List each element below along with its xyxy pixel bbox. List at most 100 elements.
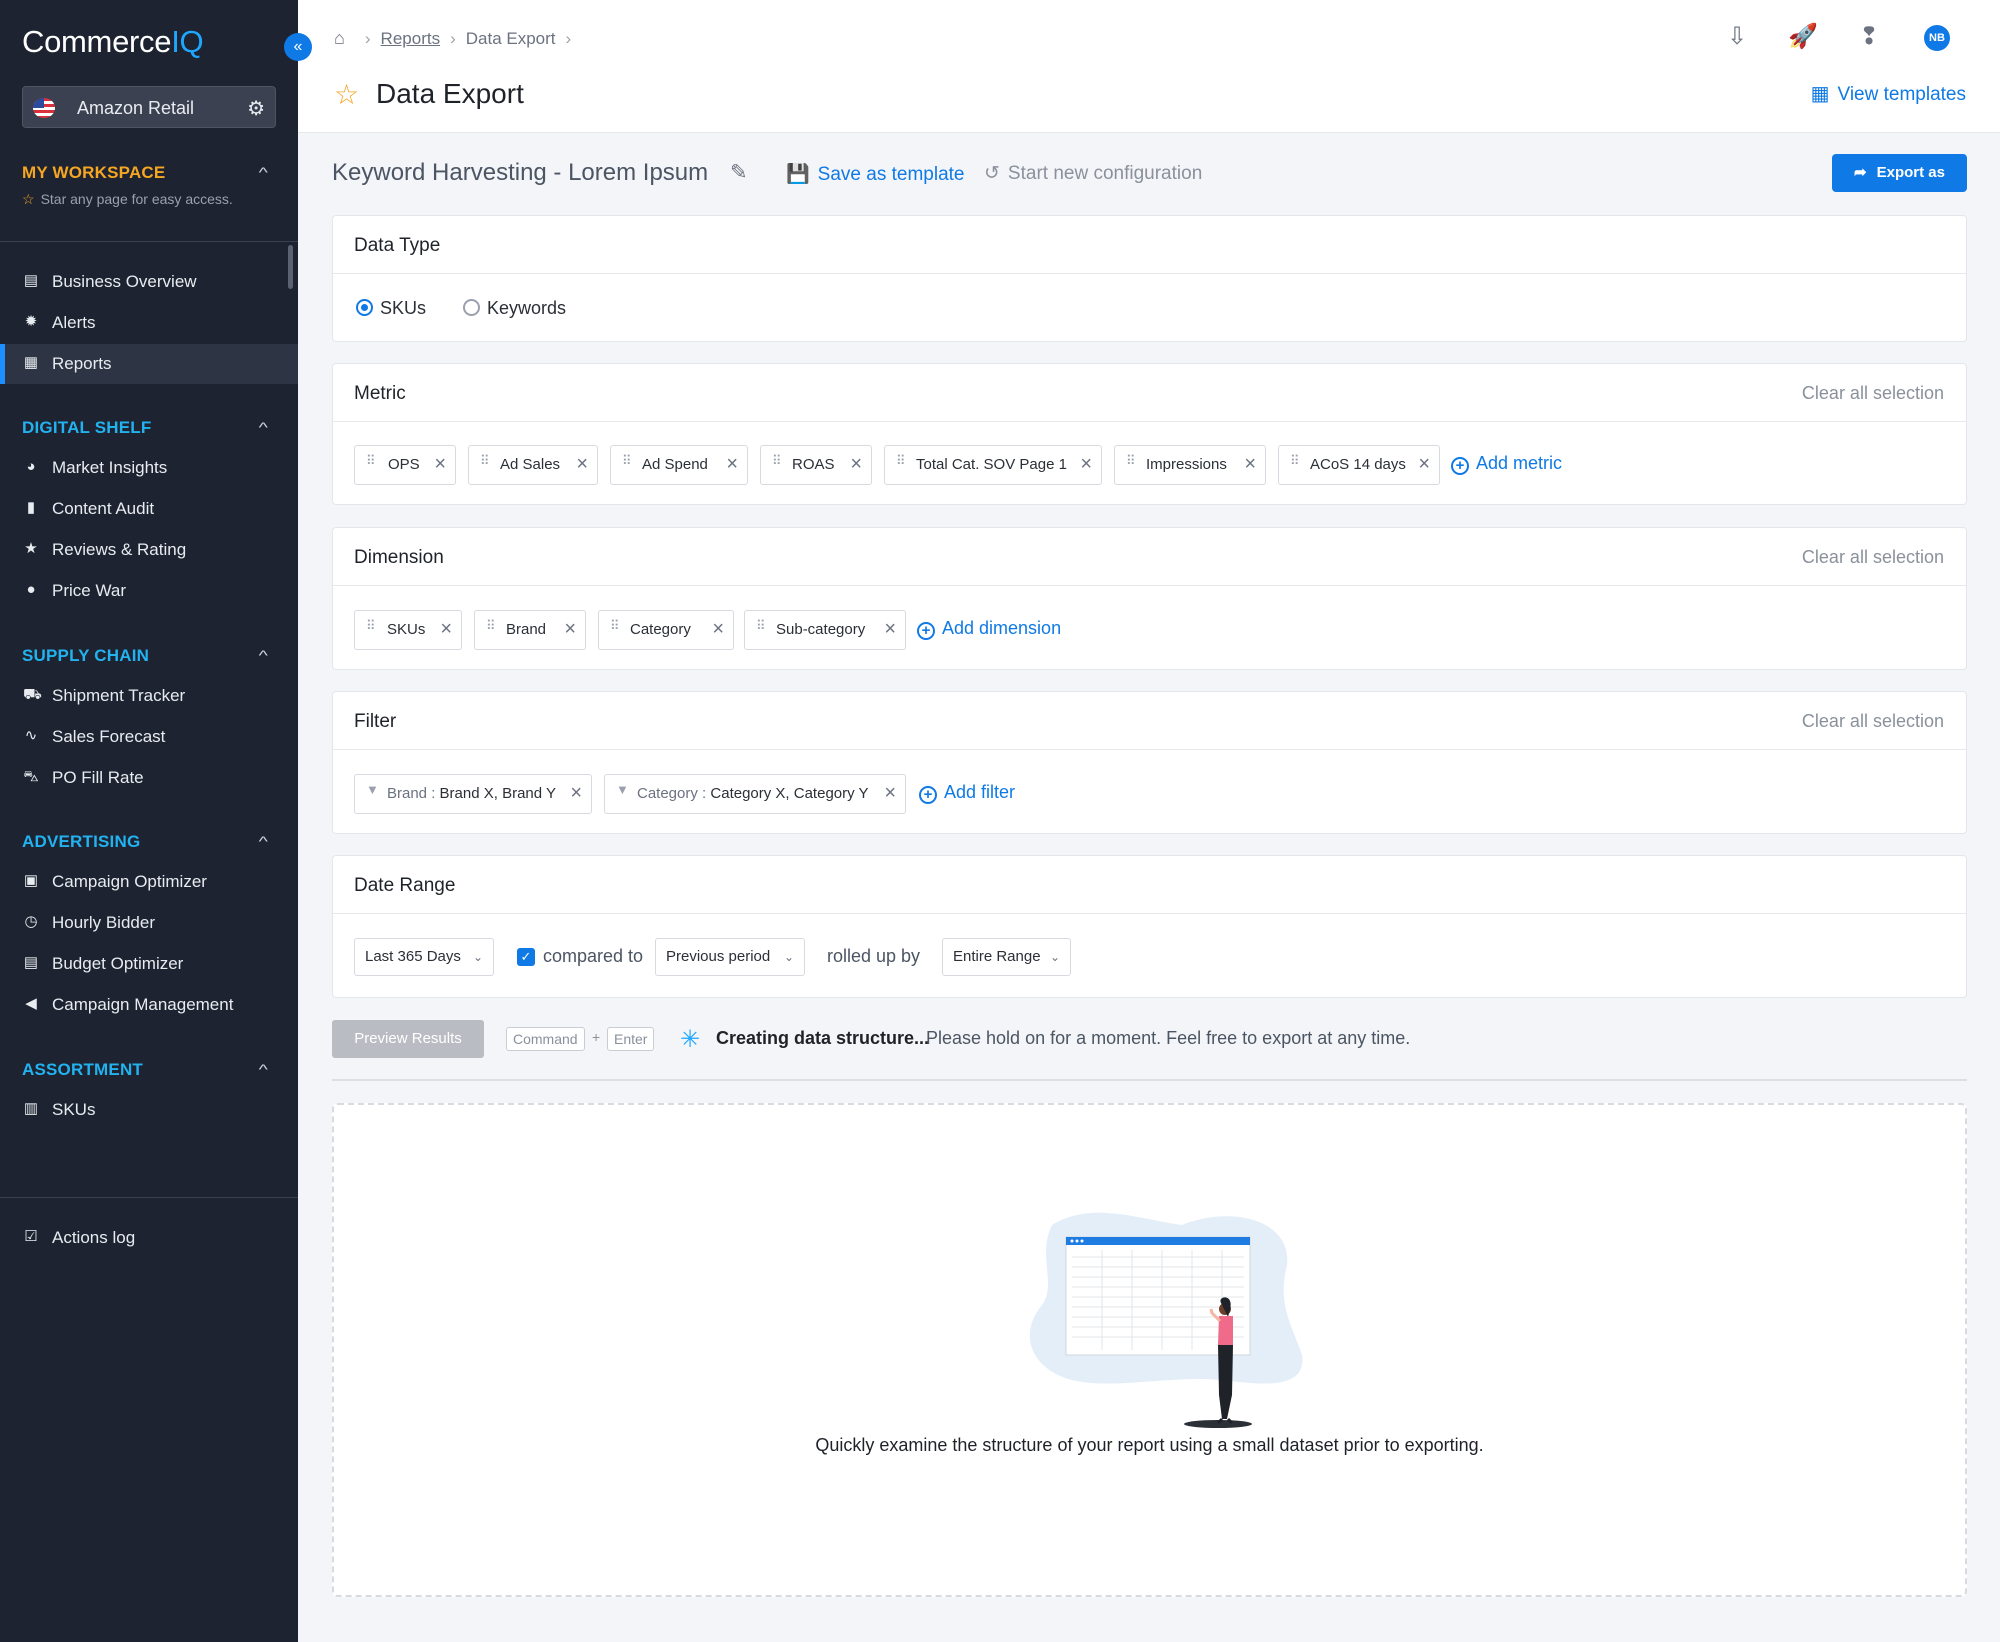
sidebar-item-hourly-bidder[interactable]: ◷ Hourly Bidder: [0, 903, 298, 943]
commerceiq-logo[interactable]: CommerceIQ: [22, 24, 204, 60]
sidebar-item-reviews-rating[interactable]: ★ Reviews & Rating: [0, 530, 298, 570]
add-dimension-button[interactable]: + Add dimension: [917, 618, 1061, 640]
close-icon[interactable]: ×: [1418, 453, 1430, 476]
close-icon[interactable]: ×: [1080, 453, 1092, 476]
digital-shelf-heading: DIGITAL SHELF: [22, 418, 152, 437]
drag-handle-icon[interactable]: ⠿: [756, 619, 766, 632]
close-icon[interactable]: ×: [712, 618, 724, 641]
date-range-select[interactable]: Last 365 Days ⌄: [354, 938, 494, 976]
sidebar-item-po-fill-rate[interactable]: ⛍ PO Fill Rate: [0, 758, 298, 798]
sidebar-item-alerts[interactable]: ✹ Alerts: [0, 303, 298, 343]
drag-handle-icon[interactable]: ⠿: [610, 619, 620, 632]
metric-chip-ops[interactable]: ⠿ OPS ×: [354, 445, 456, 485]
sidebar-item-sales-forecast[interactable]: ∿ Sales Forecast: [0, 717, 298, 757]
dimension-chip-skus[interactable]: ⠿ SKUs ×: [354, 610, 462, 650]
sidebar-item-campaign-management[interactable]: ◀ Campaign Management: [0, 985, 298, 1025]
close-icon[interactable]: ×: [884, 618, 896, 641]
retailer-selector[interactable]: Amazon Retail ⚙: [22, 86, 276, 128]
drag-handle-icon[interactable]: ⠿: [486, 619, 496, 632]
add-metric-button[interactable]: + Add metric: [1451, 453, 1562, 475]
close-icon[interactable]: ×: [576, 453, 588, 476]
drag-handle-icon[interactable]: ⠿: [1290, 454, 1300, 467]
sidebar-item-actions-log[interactable]: ☑ Actions log: [0, 1218, 298, 1258]
metric-chip-total-cat-sov[interactable]: ⠿ Total Cat. SOV Page 1 ×: [884, 445, 1102, 485]
sidebar-item-price-war[interactable]: ● Price War: [0, 571, 298, 611]
drag-handle-icon[interactable]: ⠿: [896, 454, 906, 467]
add-filter-button[interactable]: + Add filter: [919, 782, 1015, 804]
drag-handle-icon[interactable]: ⠿: [366, 454, 376, 467]
radio-keywords[interactable]: Keywords: [463, 298, 566, 319]
close-icon[interactable]: ×: [434, 453, 446, 476]
feedback-icon[interactable]: ❢: [1854, 22, 1884, 52]
breadcrumb: ⌂ › Reports › Data Export ›: [334, 28, 581, 49]
rocket-icon[interactable]: 🚀: [1788, 22, 1818, 52]
drag-handle-icon[interactable]: ⠿: [772, 454, 782, 467]
chevron-up-icon[interactable]: ^: [259, 164, 268, 180]
checklist-icon: ☑: [24, 1228, 38, 1245]
chevron-up-icon[interactable]: ^: [259, 419, 268, 435]
collapse-sidebar-button[interactable]: «: [284, 33, 312, 61]
close-icon[interactable]: ×: [726, 453, 738, 476]
home-icon[interactable]: ⌂: [334, 28, 345, 48]
close-icon[interactable]: ×: [884, 782, 896, 805]
close-icon[interactable]: ×: [570, 782, 582, 805]
metric-chip-roas[interactable]: ⠿ ROAS ×: [760, 445, 872, 485]
chevron-up-icon[interactable]: ^: [259, 1061, 268, 1077]
favorite-star-icon[interactable]: ☆: [334, 78, 359, 111]
metric-chip-ad-spend[interactable]: ⠿ Ad Spend ×: [610, 445, 748, 485]
megaphone-icon: ◀: [25, 995, 37, 1012]
sidebar-item-market-insights[interactable]: ◕ Market Insights: [0, 448, 298, 488]
radio-selected-icon[interactable]: [356, 299, 373, 316]
radio-skus[interactable]: SKUs: [356, 298, 426, 319]
metric-chip-ad-sales[interactable]: ⠿ Ad Sales ×: [468, 445, 598, 485]
filter-chip-brand[interactable]: ▼ Brand : Brand X, Brand Y ×: [354, 774, 592, 814]
export-as-button[interactable]: ➦ Export as: [1832, 154, 1967, 192]
radio-empty-icon[interactable]: [463, 299, 480, 316]
sidebar-item-campaign-optimizer[interactable]: ▣ Campaign Optimizer: [0, 862, 298, 902]
metric-chip-acos[interactable]: ⠿ ACoS 14 days ×: [1278, 445, 1440, 485]
grid-icon: ▦: [1810, 83, 1830, 105]
drag-handle-icon[interactable]: ⠿: [366, 619, 376, 632]
view-templates-link[interactable]: ▦ View templates: [1811, 81, 1966, 106]
rollup-select[interactable]: Entire Range ⌄: [942, 938, 1071, 976]
card-header: Filter Clear all selection: [333, 692, 1966, 750]
edit-pencil-icon[interactable]: ✎: [730, 160, 748, 185]
drag-handle-icon[interactable]: ⠿: [622, 454, 632, 467]
sidebar-item-reports[interactable]: ▦ Reports: [0, 344, 298, 384]
gear-icon[interactable]: ⚙: [247, 96, 265, 121]
dimension-clear-all[interactable]: Clear all selection: [1802, 547, 1944, 568]
sidebar-item-business-overview[interactable]: ▤ Business Overview: [0, 262, 298, 302]
close-icon[interactable]: ×: [440, 618, 452, 641]
workspace-hint: ☆ Star any page for easy access.: [22, 191, 233, 207]
chevron-up-icon[interactable]: ^: [259, 647, 268, 663]
metric-clear-all[interactable]: Clear all selection: [1802, 383, 1944, 404]
barcode-icon: ▥: [23, 1100, 39, 1117]
close-icon[interactable]: ×: [564, 618, 576, 641]
drag-handle-icon[interactable]: ⠿: [1126, 454, 1136, 467]
sidebar-item-content-audit[interactable]: ▮ Content Audit: [0, 489, 298, 529]
header-actions: ⇩ 🚀 ❢ NB: [1722, 22, 1962, 58]
sidebar-item-budget-optimizer[interactable]: ▤ Budget Optimizer: [0, 944, 298, 984]
sidebar-item-shipment-tracker[interactable]: ⛟ Shipment Tracker: [0, 676, 298, 716]
dimension-chip-brand[interactable]: ⠿ Brand ×: [474, 610, 586, 650]
preview-placeholder: Quickly examine the structure of your re…: [332, 1103, 1967, 1597]
breadcrumb-reports[interactable]: Reports: [381, 29, 441, 48]
compare-period-select[interactable]: Previous period ⌄: [655, 938, 805, 976]
metric-chip-impressions[interactable]: ⠿ Impressions ×: [1114, 445, 1266, 485]
drag-handle-icon[interactable]: ⠿: [480, 454, 490, 467]
sidebar-item-skus[interactable]: ▥ SKUs: [0, 1090, 298, 1130]
dimension-chip-sub-category[interactable]: ⠿ Sub-category ×: [744, 610, 906, 650]
avatar[interactable]: NB: [1924, 25, 1950, 51]
preview-results-button[interactable]: Preview Results: [332, 1020, 484, 1058]
filter-chip-category[interactable]: ▼ Category : Category X, Category Y ×: [604, 774, 906, 814]
close-icon[interactable]: ×: [850, 453, 862, 476]
card-header: Dimension Clear all selection: [333, 528, 1966, 586]
dimension-chip-category[interactable]: ⠿ Category ×: [598, 610, 734, 650]
close-icon[interactable]: ×: [1244, 453, 1256, 476]
start-new-configuration-button[interactable]: ↺ Start new configuration: [984, 162, 1202, 185]
compared-checkbox[interactable]: ✓: [517, 948, 535, 966]
download-icon[interactable]: ⇩: [1722, 22, 1752, 52]
save-as-template-button[interactable]: 💾 Save as template: [786, 162, 964, 186]
filter-clear-all[interactable]: Clear all selection: [1802, 711, 1944, 732]
chevron-up-icon[interactable]: ^: [259, 833, 268, 849]
